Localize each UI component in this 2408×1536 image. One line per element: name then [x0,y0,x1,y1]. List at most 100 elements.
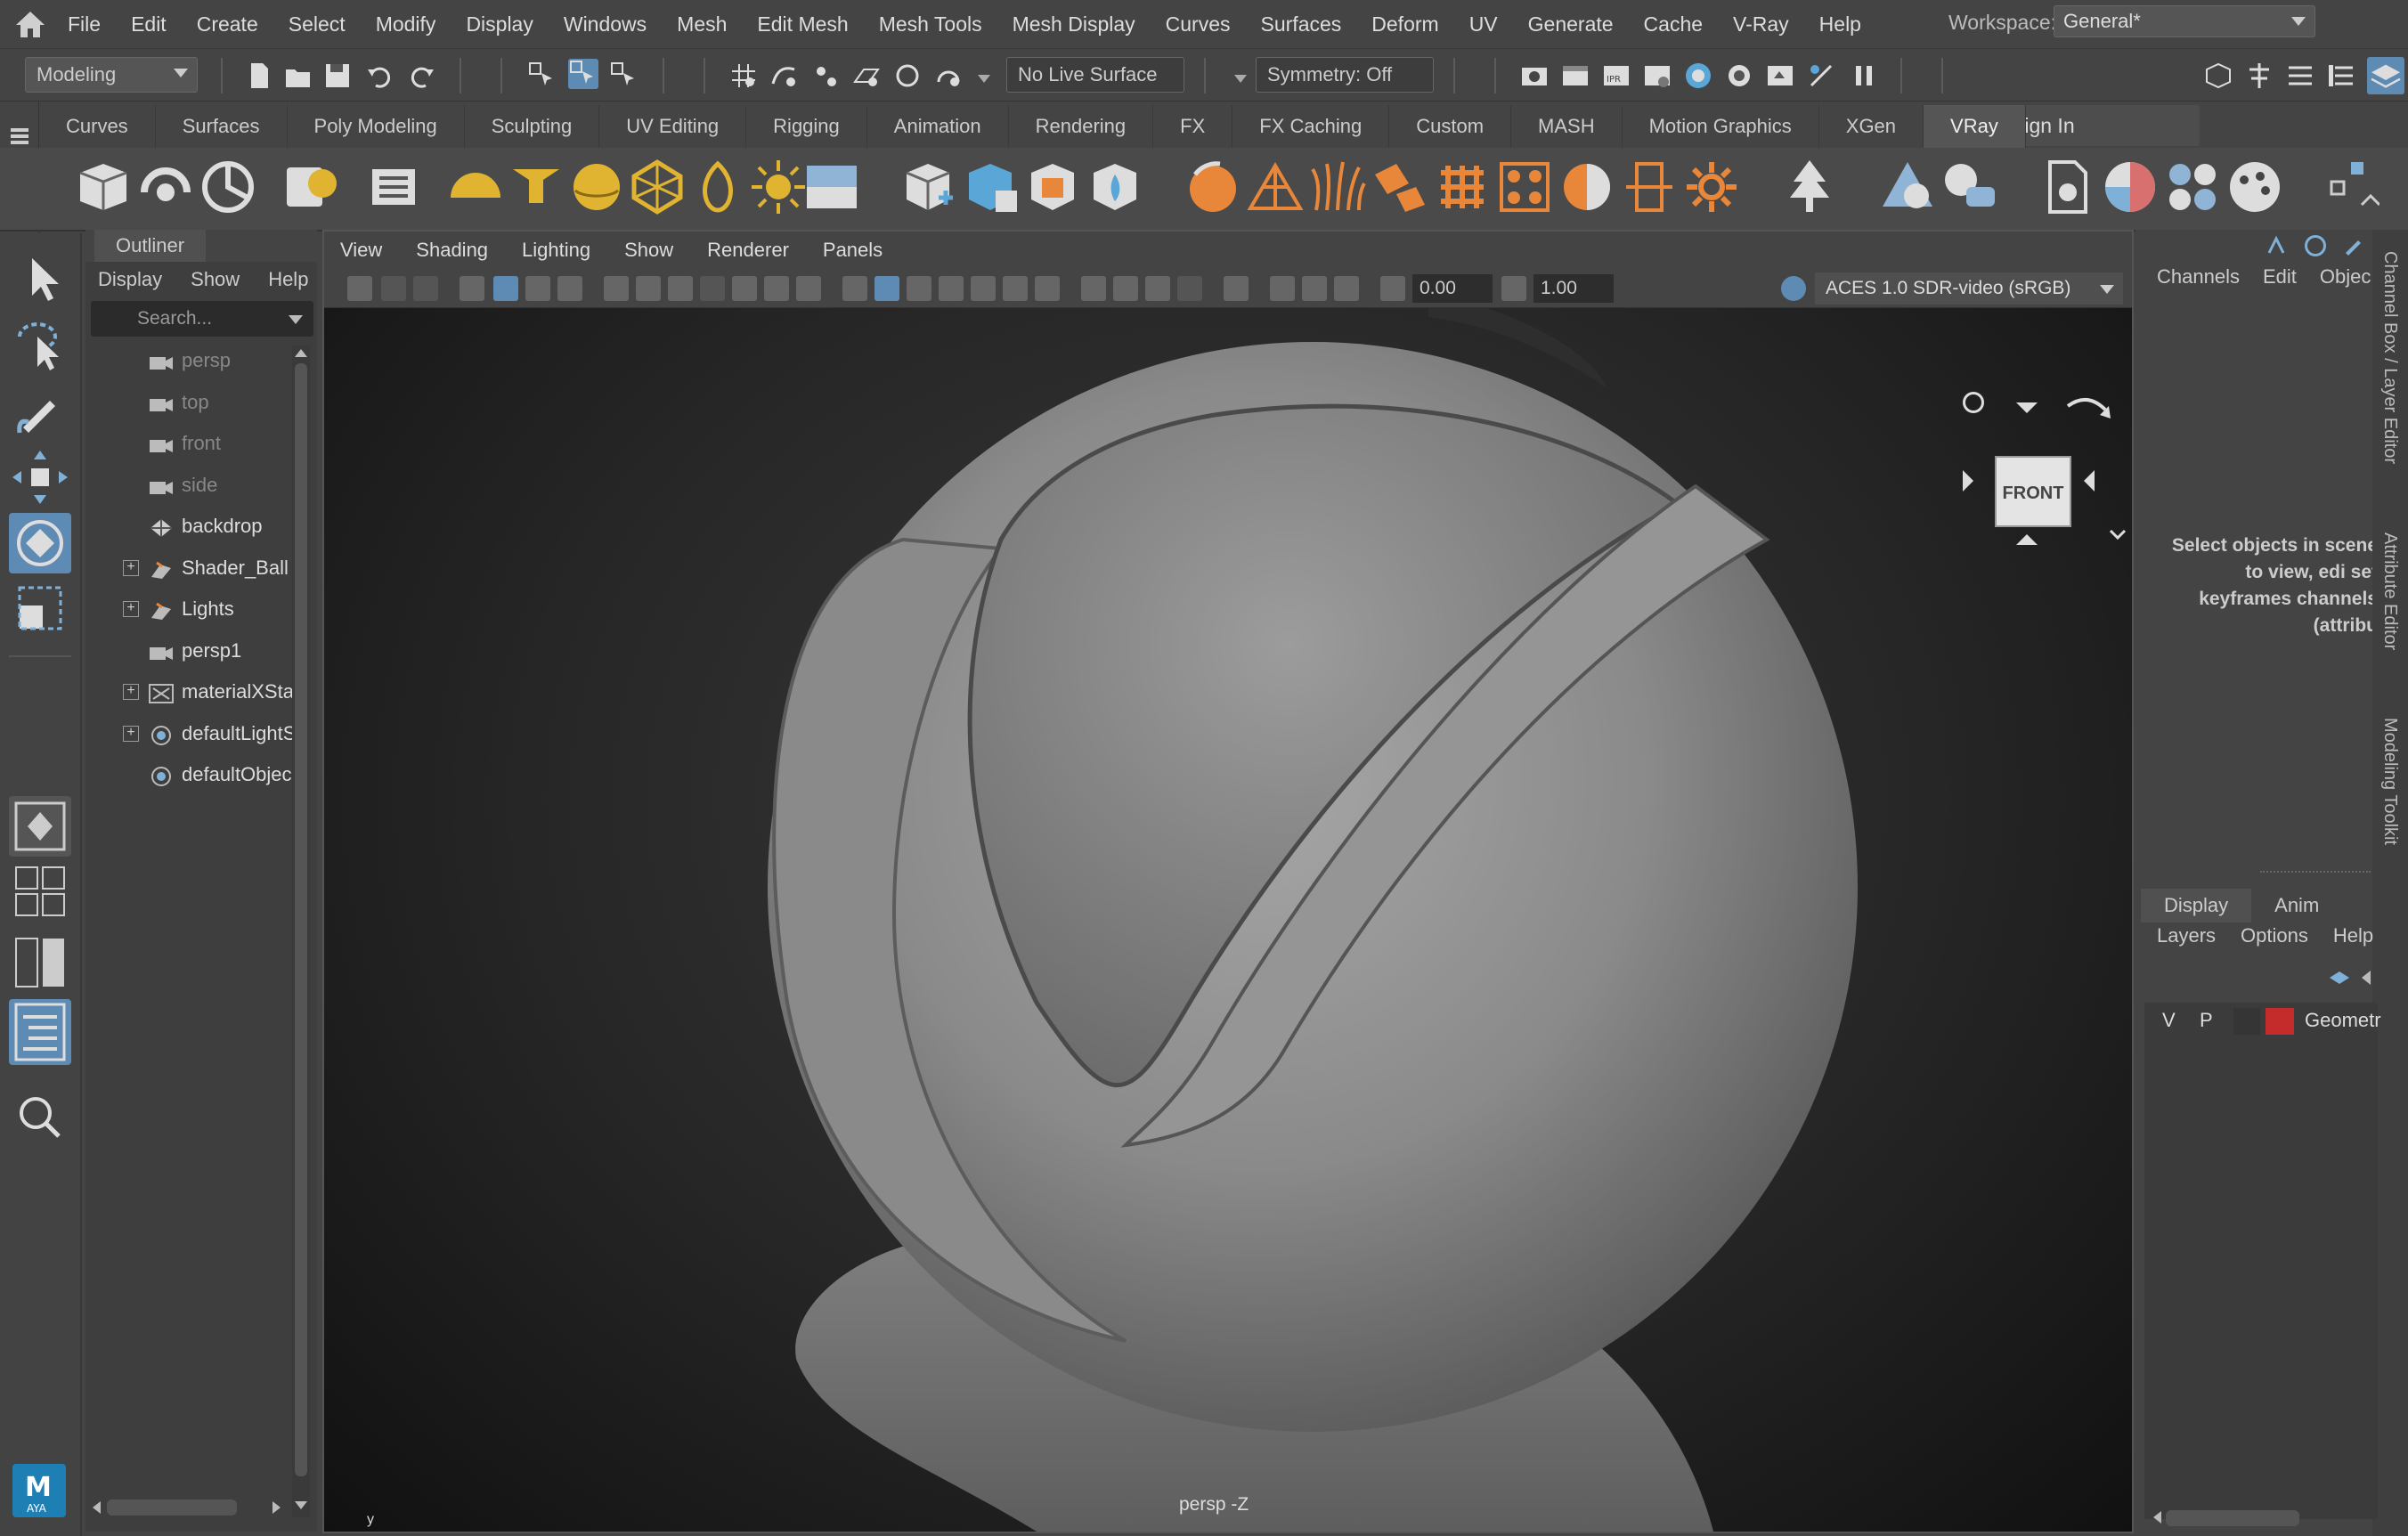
tab-uv-editing[interactable]: UV Editing [599,105,747,148]
rotate-tool-icon[interactable] [9,513,71,573]
menu-cache[interactable]: Cache [1644,12,1703,37]
snap-together-icon[interactable] [933,61,964,91]
render-settings-icon[interactable] [1642,61,1672,91]
scroll-right-icon[interactable] [273,1501,281,1514]
outliner-item[interactable]: persp1 [85,634,292,668]
scroll-up-icon[interactable] [295,349,307,357]
grid-icon[interactable] [604,276,629,301]
outliner-hscrollbar[interactable] [85,1494,292,1521]
two-d-pan-zoom-icon[interactable] [525,276,550,301]
menu-modify[interactable]: Modify [376,12,436,37]
layer-hscrollbar[interactable] [2153,1507,2376,1530]
vray-toon-icon[interactable] [1877,157,1938,217]
vray-chaos-scans-icon[interactable] [1779,157,1840,217]
tab-poly-modeling[interactable]: Poly Modeling [288,105,465,148]
menu-windows[interactable]: Windows [564,12,647,37]
move-tool-icon[interactable] [9,447,71,508]
snap-to-point-icon[interactable] [810,61,841,91]
channel-box-tab-channels[interactable]: Channels [2157,265,2240,289]
chevron-down-icon[interactable] [978,75,990,83]
shelf-menu-icon[interactable] [11,128,28,132]
hypershade-icon[interactable] [1683,61,1713,91]
backface-culling-icon[interactable] [1334,276,1359,301]
vray-cosmos-icon[interactable] [1940,157,2000,217]
menu-generate[interactable]: Generate [1528,12,1614,37]
channel-box-toggle-icon[interactable] [2326,61,2356,91]
scroll-left-icon[interactable] [2362,971,2371,985]
layer-menu-help[interactable]: Help [2333,924,2373,947]
vray-fur-icon[interactable] [1307,157,1368,217]
expand-icon[interactable]: + [123,684,139,700]
new-layer-icon[interactable] [2328,967,2351,988]
tab-rigging[interactable]: Rigging [746,105,867,148]
two-pane-layout-icon[interactable] [9,933,71,992]
select-by-hierarchy-icon[interactable] [527,61,557,91]
render-view-icon[interactable] [1519,61,1550,91]
home-icon[interactable] [12,7,48,41]
four-pane-layout-icon[interactable] [9,864,71,921]
outliner-item[interactable]: backdrop [85,509,292,543]
tab-fx-caching[interactable]: FX Caching [1232,105,1390,148]
vray-decal-icon[interactable] [1370,157,1430,217]
outliner-menu-show[interactable]: Show [191,268,240,291]
vray-material-icon[interactable] [1183,157,1243,217]
vray-asset-browser-icon[interactable] [2162,157,2223,217]
layer-tab-anim[interactable]: Anim [2251,889,2342,922]
field-chart-icon[interactable] [732,276,757,301]
menu-help[interactable]: Help [1819,12,1861,37]
outliner-menu-display[interactable]: Display [98,268,162,291]
tab-custom[interactable]: Custom [1389,105,1512,148]
outliner-item[interactable]: + Shader_Ball [85,551,292,585]
lock-camera-icon[interactable] [381,276,406,301]
scale-tool-icon[interactable] [9,579,71,639]
vray-ipr-icon[interactable] [135,157,196,217]
multisample-aa-icon[interactable] [1177,276,1202,301]
vray-ies-light-icon[interactable] [687,157,748,217]
expand-icon[interactable]: + [123,559,139,576]
outliner-layout-icon[interactable] [9,999,71,1065]
menu-mesh[interactable]: Mesh [677,12,727,37]
camera-attributes-icon[interactable] [413,276,438,301]
render-current-frame-icon[interactable] [1560,61,1590,91]
symmetry-field[interactable]: Symmetry: Off [1256,57,1434,93]
viewport-menu-lighting[interactable]: Lighting [522,239,590,262]
menu-vray[interactable]: V-Ray [1733,12,1789,37]
menu-create[interactable]: Create [197,12,258,37]
vray-spot-light-icon[interactable] [506,157,566,217]
menu-file[interactable]: File [68,12,101,37]
layer-hscroll-thumb[interactable] [2166,1510,2299,1526]
viewport-menu-renderer[interactable]: Renderer [707,239,789,262]
vray-sun-light-icon[interactable] [748,157,809,217]
wireframe-on-shaded-icon[interactable] [939,276,964,301]
outliner-item[interactable]: front [85,427,292,460]
layer-editor-toggle-icon[interactable] [2367,57,2404,94]
scroll-left-icon[interactable] [93,1501,101,1514]
outliner-hscroll-thumb[interactable] [107,1499,237,1516]
light-editor-icon[interactable] [1765,61,1795,91]
vray-file-icon[interactable] [2038,157,2098,217]
wireframe-icon[interactable] [842,276,867,301]
image-plane-icon[interactable] [493,276,518,301]
layer-color-swatch[interactable] [2266,1008,2294,1035]
orbit-down-icon[interactable] [2016,534,2038,545]
panel-splitter[interactable] [2260,871,2371,873]
xray-active-icon[interactable] [1302,276,1327,301]
safe-action-icon[interactable] [764,276,789,301]
vray-dome-light-icon[interactable] [445,157,506,217]
menu-edit-mesh[interactable]: Edit Mesh [757,12,848,37]
scroll-left-icon[interactable] [2153,1511,2161,1524]
vray-sphere-fade-icon[interactable] [1557,157,1617,217]
xray-joints-icon[interactable] [1270,276,1295,301]
orbit-right-icon[interactable] [2084,470,2095,492]
side-tab-modeling-toolkit[interactable]: Modeling Toolkit [2380,718,2400,845]
chevron-down-icon[interactable] [2109,525,2127,543]
vray-vision-icon[interactable] [2225,157,2285,217]
motion-blur-icon[interactable] [1145,276,1170,301]
viewport-menu-panels[interactable]: Panels [823,239,883,262]
select-by-component-type-icon[interactable] [609,61,639,91]
modeling-toolkit-toggle-icon[interactable] [2203,61,2233,91]
outliner-item[interactable]: + materialXSta [85,675,292,709]
snap-to-view-plane-icon[interactable] [851,61,882,91]
channel-box-edit-icon[interactable] [2342,235,2363,256]
isolate-select-icon[interactable] [1224,276,1249,301]
